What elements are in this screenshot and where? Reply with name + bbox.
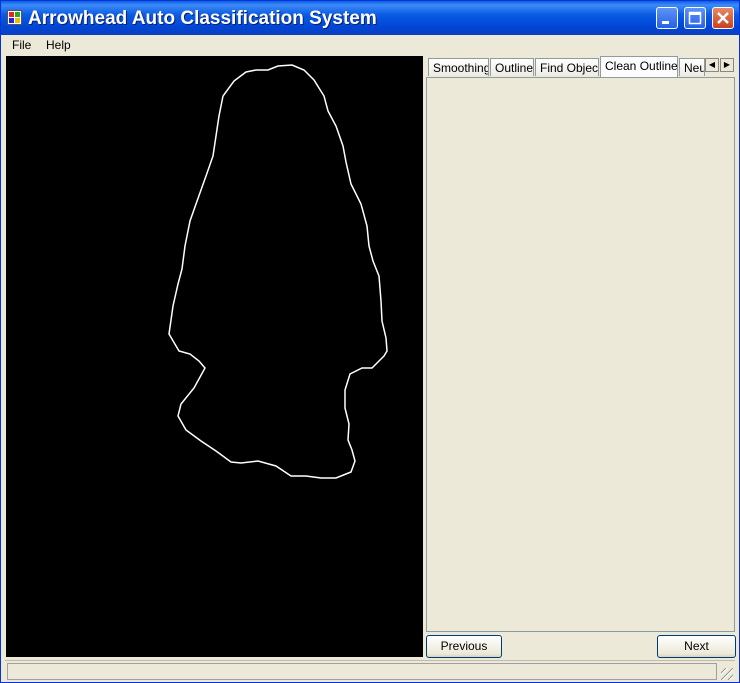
status-bar bbox=[5, 660, 735, 682]
arrow-right-icon: ▶ bbox=[723, 60, 731, 69]
tab-panel bbox=[426, 77, 735, 632]
menu-file[interactable]: File bbox=[12, 38, 31, 52]
window-title: Arrowhead Auto Classification System bbox=[28, 8, 377, 29]
menu-bar: File Help bbox=[2, 35, 739, 55]
tab-scroll-left[interactable]: ◀ bbox=[705, 58, 719, 72]
menu-help[interactable]: Help bbox=[46, 38, 71, 52]
close-button[interactable] bbox=[712, 7, 734, 29]
tab-strip: Smoothing Outline Find Object Clean Outl… bbox=[428, 56, 735, 78]
next-button[interactable]: Next bbox=[657, 635, 736, 658]
tab-find-object[interactable]: Find Object bbox=[535, 58, 599, 76]
maximize-icon bbox=[688, 11, 702, 25]
maximize-button[interactable] bbox=[684, 7, 706, 29]
previous-button[interactable]: Previous bbox=[426, 635, 502, 658]
tab-scroll-right[interactable]: ▶ bbox=[720, 58, 734, 72]
minimize-button[interactable] bbox=[656, 7, 678, 29]
app-window: Arrowhead Auto Classification System Fil… bbox=[0, 0, 740, 683]
resize-grip-icon[interactable] bbox=[721, 668, 733, 680]
status-panel bbox=[7, 663, 717, 680]
minimize-icon bbox=[662, 21, 669, 24]
app-icon[interactable] bbox=[7, 10, 22, 25]
tab-neu[interactable]: Neu bbox=[679, 58, 705, 76]
tab-outline[interactable]: Outline bbox=[490, 58, 534, 76]
tab-clean-outline[interactable]: Clean Outline bbox=[600, 56, 678, 77]
tab-smoothing[interactable]: Smoothing bbox=[428, 58, 489, 76]
image-canvas[interactable] bbox=[6, 56, 423, 657]
close-icon bbox=[717, 12, 729, 24]
title-bar[interactable]: Arrowhead Auto Classification System bbox=[1, 1, 739, 35]
arrow-left-icon: ◀ bbox=[708, 60, 716, 69]
arrowhead-outline bbox=[168, 64, 388, 479]
